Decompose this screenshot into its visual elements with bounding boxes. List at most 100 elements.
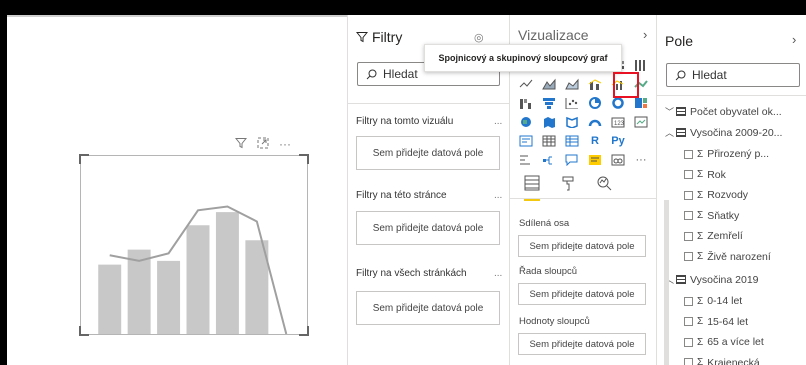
blank-slot [633,133,649,148]
chevron-right-icon[interactable]: › [643,27,647,42]
filter-icon [356,32,368,43]
table-icon[interactable] [541,133,557,148]
filled-map-icon[interactable] [541,114,557,129]
shared-axis-drop[interactable]: Sem přidejte datová pole [518,235,646,257]
funnel-icon[interactable] [541,95,557,110]
fields-search[interactable]: Hledat [666,63,800,87]
checkbox[interactable] [684,231,693,241]
field-item[interactable]: Σ 65 a více let [684,336,764,348]
eye-icon[interactable]: ◎ [474,31,484,44]
table-name: Počet obyvatel ok... [690,105,782,118]
qa-icon[interactable] [564,152,580,167]
resize-handle-bl[interactable] [79,326,89,336]
line-chart-icon[interactable] [518,76,534,91]
field-label: 0-14 let [707,295,743,307]
filters-header: Filtry [356,29,402,45]
card-icon[interactable]: 123 [610,114,626,129]
filters-visual-drop[interactable]: Sem přidejte datová pole [356,136,500,170]
smart-narrative-icon[interactable] [587,152,603,167]
field-item[interactable]: Σ Krajenecká [684,357,760,365]
field-label: Živě narození [707,250,771,263]
filters-all-label: Filtry na všech stránkách [356,268,467,279]
checkbox[interactable] [684,337,693,347]
field-item[interactable]: Σ Sňatky [684,210,739,222]
field-label: Zemřelí [707,230,743,242]
checkbox[interactable] [684,211,693,220]
filter-icon[interactable] [234,137,248,152]
field-item[interactable]: Σ Rozvody [684,189,748,201]
chevron-down-icon: ﹀ [665,107,675,117]
more-options-icon[interactable]: ... [494,268,502,279]
chart-bar [98,264,122,334]
kpi-icon[interactable] [633,114,649,129]
column-series-drop[interactable]: Sem přidejte datová pole [518,283,646,305]
100-column-icon[interactable] [633,57,649,72]
scatter-icon[interactable] [564,95,580,110]
checkbox[interactable] [684,317,693,326]
more-options-icon[interactable]: ... [494,190,502,201]
key-influencers-icon[interactable] [518,152,534,167]
resize-handle-tr[interactable] [299,154,309,164]
chevron-up-icon: ︿ [665,128,675,138]
focus-mode-icon[interactable] [257,137,269,152]
gauge-icon[interactable] [587,114,603,129]
area-chart-icon[interactable] [541,76,557,91]
column-series-label: Řada sloupců [519,266,578,277]
field-item[interactable]: Σ Živě narození [684,251,771,263]
checkbox[interactable] [684,149,693,159]
sigma-icon: Σ [697,230,704,242]
field-item[interactable]: Σ 0-14 let [684,295,742,307]
checkbox[interactable] [684,358,693,365]
column-values-label: Hodnoty sloupců [519,316,590,327]
more-options-icon[interactable]: ··· [279,137,291,152]
r-visual-icon[interactable]: R [587,133,603,148]
waterfall-icon[interactable] [518,95,534,110]
field-item[interactable]: Σ Přirozený p... [684,148,769,160]
field-item[interactable]: Σ 15-64 let [684,316,748,328]
filters-search-placeholder: Hledat [383,67,418,81]
shape-map-icon[interactable] [564,114,580,129]
checkbox[interactable] [684,170,693,179]
checkbox[interactable] [684,252,693,261]
map-icon[interactable] [518,114,534,129]
paginated-report-icon[interactable] [610,152,626,167]
line-stacked-column-icon[interactable] [587,76,603,91]
sigma-icon: Σ [697,357,704,365]
table-icon [676,128,687,137]
more-options-icon[interactable]: ... [494,116,502,127]
table-row[interactable]: ︿ Vysočina 2019 [665,273,759,286]
checkbox[interactable] [684,190,693,200]
column-values-drop[interactable]: Sem přidejte datová pole [518,333,646,355]
highlight-box [613,72,639,98]
resize-handle-tl[interactable] [79,154,89,164]
table-row[interactable]: ﹀ Počet obyvatel ok... [665,105,782,118]
chevron-right-icon[interactable]: › [792,32,796,47]
stacked-area-icon[interactable] [564,76,580,91]
chart-bar [186,225,210,334]
field-label: Rok [707,168,726,181]
report-canvas[interactable]: ··· [7,15,347,365]
scrollbar[interactable] [664,200,669,365]
tooltip: Spojnicový a skupinový sloupcový graf [424,44,622,72]
chart-bar [127,249,151,334]
matrix-icon[interactable] [564,133,580,148]
python-visual-icon[interactable]: Py [610,133,626,148]
sigma-icon: Σ [697,251,704,262]
resize-handle-br[interactable] [299,326,309,336]
checkbox[interactable] [684,296,693,306]
filters-title: Filtry [372,29,403,45]
filters-all-drop[interactable]: Sem přidejte datová pole [356,291,500,325]
slicer-icon[interactable] [518,133,534,148]
table-row[interactable]: ︿ Vysočina 2009-20... [665,126,782,139]
filters-visual-label: Filtry na tomto vizuálu [356,116,454,127]
decomposition-tree-icon[interactable] [541,152,557,167]
filters-page-drop[interactable]: Sem přidejte datová pole [356,211,500,245]
filters-page-label: Filtry na této stránce [356,190,447,201]
chart-visual[interactable] [79,154,309,336]
more-visuals-icon[interactable]: ··· [633,152,649,167]
table-icon [676,275,687,284]
field-item[interactable]: Σ Zemřelí [684,230,743,242]
fields-pane: Pole › Hledat ﹀ Počet obyvatel ok... ︿ V… [656,15,806,365]
field-item[interactable]: Σ Rok [684,169,726,181]
pie-icon[interactable] [587,95,603,110]
